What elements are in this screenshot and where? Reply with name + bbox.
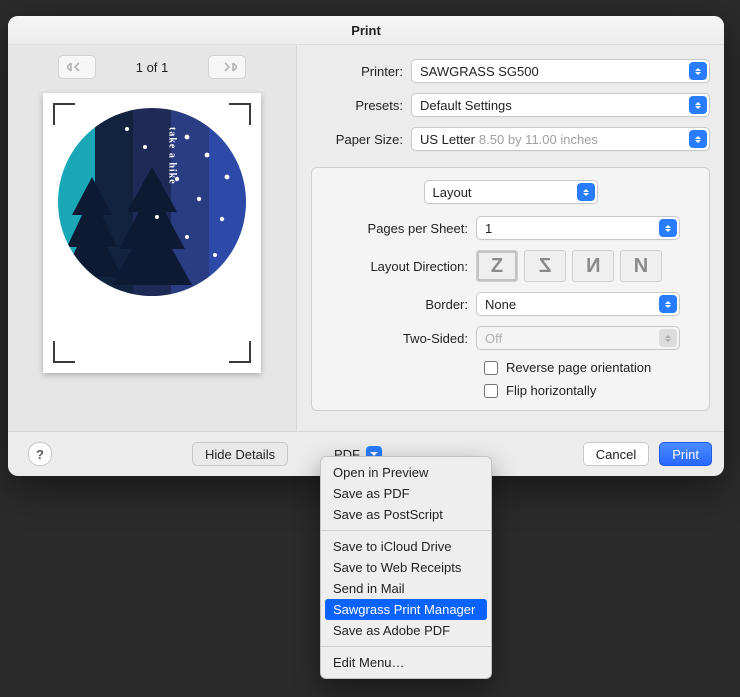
layout-direction-s-icon[interactable]: Z <box>524 250 566 282</box>
help-button[interactable]: ? <box>28 442 52 466</box>
page-navigator: 1 of 1 <box>8 45 296 89</box>
pages-per-sheet-select[interactable]: 1 <box>476 216 680 240</box>
flip-horizontally-checkbox[interactable]: Flip horizontally <box>484 383 697 398</box>
presets-label: Presets: <box>311 98 403 113</box>
two-sided-value: Off <box>485 331 502 346</box>
menu-edit-menu[interactable]: Edit Menu… <box>321 652 491 673</box>
layout-panel: Layout Pages per Sheet: 1 Layout Directi… <box>311 167 710 411</box>
artwork-text: take a hike <box>167 127 178 185</box>
preview-page: take a hike <box>43 93 261 373</box>
chevron-updown-icon <box>689 96 707 114</box>
layout-direction-z-icon[interactable]: Z <box>476 250 518 282</box>
printer-select[interactable]: SAWGRASS SG500 <box>411 59 710 83</box>
reverse-orientation-input[interactable] <box>484 361 498 375</box>
panel-category-value: Layout <box>433 185 472 200</box>
crop-mark-icon <box>53 341 75 363</box>
menu-save-adobe-pdf[interactable]: Save as Adobe PDF <box>321 620 491 641</box>
presets-value: Default Settings <box>420 98 512 113</box>
two-sided-label: Two-Sided: <box>324 331 468 346</box>
menu-send-mail[interactable]: Send in Mail <box>321 578 491 599</box>
border-select[interactable]: None <box>476 292 680 316</box>
crop-mark-icon <box>229 341 251 363</box>
chevron-updown-icon <box>689 62 707 80</box>
menu-divider <box>321 646 491 647</box>
cancel-button[interactable]: Cancel <box>583 442 649 466</box>
chevron-updown-icon <box>689 130 707 148</box>
border-value: None <box>485 297 516 312</box>
two-sided-select: Off <box>476 326 680 350</box>
border-label: Border: <box>324 297 468 312</box>
paper-size-value: US Letter <box>420 132 475 147</box>
menu-save-postscript[interactable]: Save as PostScript <box>321 504 491 525</box>
printer-value: SAWGRASS SG500 <box>420 64 539 79</box>
menu-open-preview[interactable]: Open in Preview <box>321 462 491 483</box>
next-page-button[interactable] <box>208 55 246 79</box>
layout-direction-group: Z Z N N <box>476 250 662 282</box>
layout-direction-n2-icon[interactable]: N <box>620 250 662 282</box>
flip-horizontally-input[interactable] <box>484 384 498 398</box>
chevron-updown-icon <box>659 329 677 347</box>
menu-divider <box>321 530 491 531</box>
menu-save-icloud[interactable]: Save to iCloud Drive <box>321 536 491 557</box>
preview-area: take a hike <box>8 89 296 431</box>
reverse-orientation-checkbox[interactable]: Reverse page orientation <box>484 360 697 375</box>
paper-size-detail: 8.50 by 11.00 inches <box>479 132 598 147</box>
reverse-orientation-label: Reverse page orientation <box>506 360 651 375</box>
hide-details-button[interactable]: Hide Details <box>192 442 288 466</box>
paper-size-label: Paper Size: <box>311 132 403 147</box>
chevron-updown-icon <box>659 295 677 313</box>
print-button[interactable]: Print <box>659 442 712 466</box>
menu-save-web-receipts[interactable]: Save to Web Receipts <box>321 557 491 578</box>
presets-select[interactable]: Default Settings <box>411 93 710 117</box>
menu-save-pdf[interactable]: Save as PDF <box>321 483 491 504</box>
preview-pane: 1 of 1 <box>8 45 297 431</box>
chevron-updown-icon <box>577 183 595 201</box>
settings-pane: Printer: SAWGRASS SG500 Presets: Default… <box>297 45 724 431</box>
dialog-body: 1 of 1 <box>8 45 724 431</box>
flip-horizontally-label: Flip horizontally <box>506 383 596 398</box>
chevron-updown-icon <box>659 219 677 237</box>
print-dialog: Print 1 of 1 <box>8 16 724 476</box>
pages-per-sheet-value: 1 <box>485 221 492 236</box>
pages-per-sheet-label: Pages per Sheet: <box>324 221 468 236</box>
panel-category-select[interactable]: Layout <box>424 180 598 204</box>
menu-sawgrass-print-manager[interactable]: Sawgrass Print Manager <box>325 599 487 620</box>
layout-direction-n-icon[interactable]: N <box>572 250 614 282</box>
layout-direction-label: Layout Direction: <box>324 259 468 274</box>
paper-size-select[interactable]: US Letter 8.50 by 11.00 inches <box>411 127 710 151</box>
pdf-dropdown-menu: Open in Preview Save as PDF Save as Post… <box>320 456 492 679</box>
artwork-preview: take a hike <box>57 107 247 297</box>
page-counter: 1 of 1 <box>136 60 169 75</box>
printer-label: Printer: <box>311 64 403 79</box>
prev-page-button[interactable] <box>58 55 96 79</box>
window-title: Print <box>8 16 724 45</box>
